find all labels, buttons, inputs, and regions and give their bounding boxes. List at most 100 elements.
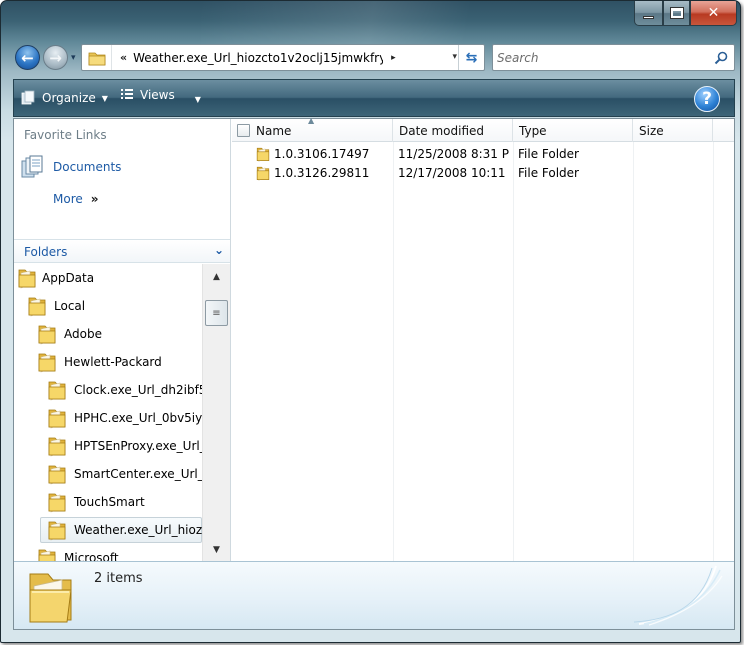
folder-icon [48,493,66,513]
explorer-client-area: Favorite Links Documents More » Folders [13,116,735,630]
folder-icon [256,166,270,181]
file-name: 1.0.3126.29811 [274,166,370,180]
address-breadcrumb-arrow[interactable]: ▸ [391,53,396,63]
minimize-icon [643,15,654,19]
file-row[interactable]: 1.0.3126.29811 12/17/2008 10:11 ... File F… [232,164,734,183]
column-header-size[interactable]: Size [633,119,713,142]
tree-item-label: SmartCenter.exe_Url_eah [74,467,202,481]
tree-item-adobe[interactable]: Adobe [14,320,202,348]
organize-icon [21,90,35,105]
forward-button[interactable]: → [43,45,68,70]
tree-item-label: TouchSmart [74,495,145,509]
tree-item-clock-exe-url-dh2ibf5o4[interactable]: Clock.exe_Url_dh2ibf5o4 [14,376,202,404]
search-input[interactable] [497,49,707,67]
folder-tree-scrollbar[interactable]: ▲ ≡ ▼ [202,264,230,561]
tree-item-hphc-exe-url-0bv5iyvb[interactable]: HPHC.exe_Url_0bv5iyvb [14,404,202,432]
help-icon: ? [702,89,712,109]
column-header-name[interactable]: Name ▲ [232,116,393,142]
organize-dropdown-icon: ▼ [101,93,108,103]
folder-icon [48,381,66,401]
minimize-button[interactable] [634,1,663,26]
help-button[interactable]: ? [694,86,720,112]
column-divider [393,142,394,561]
tree-item-smartcenter-exe-url-eah[interactable]: SmartCenter.exe_Url_eah [14,460,202,488]
refresh-button[interactable]: ⇆ [458,45,484,70]
favorite-links-more[interactable]: More » [14,187,231,211]
folder-icon [38,353,56,373]
tree-item-microsoft[interactable]: Microsoft [14,544,202,561]
file-type: File Folder [518,147,579,161]
address-history-dropdown[interactable]: ▾ [452,52,457,62]
tree-item-label: HPTSEnProxy.exe_Url_5g [74,439,202,453]
scroll-up-button[interactable]: ▲ [203,268,230,286]
views-dropdown-icon: ▼ [194,94,201,104]
more-label: More [53,192,83,206]
tree-item-local[interactable]: Local [14,292,202,320]
file-date-modified: 12/17/2008 10:11 ... [398,166,510,180]
folders-header[interactable]: Folders ⌄ [14,239,230,263]
views-label: Views [140,88,175,102]
address-bar[interactable]: « Weather.exe_Url_hiozcto1v2oclj15jmwkfr… [81,44,485,71]
more-chevron-icon: » [90,192,99,206]
navigation-bar: ← → ▾ « Weather.exe_Url_hiozcto1v2oclj15… [13,42,735,74]
caption-buttons: ✕ [634,1,737,26]
back-arrow-icon: ← [21,48,34,67]
select-all-checkbox[interactable] [237,124,250,137]
tree-item-label: Microsoft [64,551,119,561]
navigation-pane: Favorite Links Documents More » Folders [14,119,231,561]
recent-pages-dropdown-icon[interactable]: ▾ [71,53,76,63]
tree-item-touchsmart[interactable]: TouchSmart [14,488,202,516]
close-icon: ✕ [707,5,720,21]
address-overflow-chevron[interactable]: « [120,51,127,64]
column-header-type[interactable]: Type [513,119,633,142]
documents-icon [21,155,43,178]
tree-item-label: Local [54,299,86,313]
close-button[interactable]: ✕ [690,1,737,26]
folder-icon [48,409,66,429]
favorite-links-header: Favorite Links [24,128,107,142]
scroll-thumb[interactable]: ≡ [205,300,228,326]
address-path[interactable]: Weather.exe_Url_hiozcto1v2oclj15jmwkfryv… [133,51,383,65]
refresh-icon: ⇆ [465,49,478,66]
address-folder-icon [82,45,112,70]
command-bar: Organize ▼ Views ▼ ? [13,79,735,117]
organize-button[interactable]: Organize ▼ [20,86,108,110]
sort-ascending-icon: ▲ [308,116,315,125]
folder-icon [48,437,66,457]
column-divider [513,142,514,561]
views-icon [121,89,133,99]
column-header-date-modified[interactable]: Date modified [393,119,513,142]
tree-item-appdata[interactable]: AppData [14,264,202,292]
explorer-window: ✕ ← → ▾ « Weather.exe_Url_hiozcto1v2oclj… [0,0,741,643]
folder-icon [256,147,270,162]
tree-item-label: Clock.exe_Url_dh2ibf5o4 [74,383,202,397]
tree-item-hptsenproxy-exe-url-5g[interactable]: HPTSEnProxy.exe_Url_5g [14,432,202,460]
maximize-button[interactable] [663,1,690,26]
folder-icon [18,269,36,289]
details-pane: 2 items [14,561,734,629]
tree-item-weather-exe-url-hiozcto[interactable]: Weather.exe_Url_hiozcto [14,516,202,544]
file-type: File Folder [518,166,579,180]
search-box[interactable] [492,44,735,71]
organize-label: Organize [42,91,96,105]
back-button[interactable]: ← [15,45,40,70]
views-button[interactable]: Views ▼ [120,83,201,107]
decorative-swoosh-icon [634,565,723,626]
column-divider [633,142,634,561]
scroll-down-button[interactable]: ▼ [203,541,230,559]
tree-item-label: Weather.exe_Url_hiozcto [74,523,202,537]
folder-icon [28,297,46,317]
favorite-link-documents[interactable]: Documents [14,155,231,179]
folder-icon [48,521,66,541]
forward-arrow-icon: → [49,48,62,67]
column-name-label: Name [256,123,292,138]
file-row[interactable]: 1.0.3106.17497 11/25/2008 8:31 PM File Fol… [232,145,734,164]
tree-item-label: HPHC.exe_Url_0bv5iyvb [74,411,202,425]
tree-item-label: Hewlett-Packard [64,355,162,369]
tree-item-hewlett-packard[interactable]: Hewlett-Packard [14,348,202,376]
search-icon[interactable] [713,50,729,66]
column-divider [713,142,714,561]
item-count: 2 items [94,571,143,586]
column-header-row: Name ▲ Date modified Type Size [232,116,734,142]
folders-label: Folders [24,245,68,259]
